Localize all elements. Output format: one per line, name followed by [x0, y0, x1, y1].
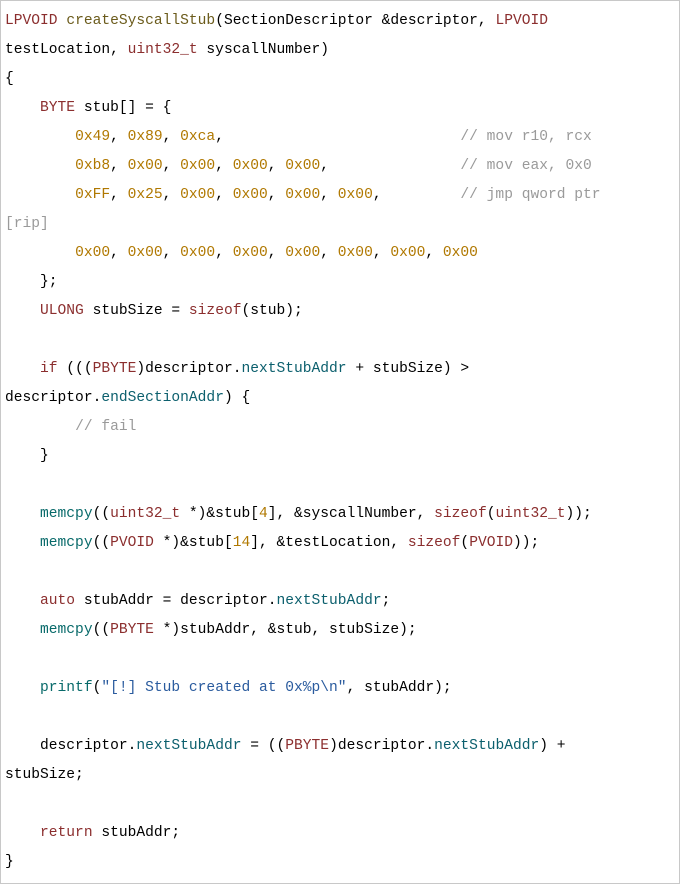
code-line: } — [5, 448, 49, 464]
code-line: descriptor.nextStubAddr = ((PBYTE)descri… — [5, 738, 566, 754]
code-line: 0x49, 0x89, 0xca, // mov r10, rcx — [5, 129, 592, 145]
code-line: if (((PBYTE)descriptor.nextStubAddr + st… — [5, 361, 469, 377]
code-line: memcpy((uint32_t *)&stub[4], &syscallNum… — [5, 506, 592, 522]
code-line: descriptor.endSectionAddr) { — [5, 390, 250, 406]
code-line: [rip] — [5, 216, 49, 232]
code-line: 0x00, 0x00, 0x00, 0x00, 0x00, 0x00, 0x00… — [5, 245, 478, 261]
code-line: }; — [5, 274, 58, 290]
code-line: testLocation, uint32_t syscallNumber) — [5, 42, 329, 58]
code-block: LPVOID createSyscallStub(SectionDescript… — [0, 0, 680, 884]
code-line: printf("[!] Stub created at 0x%p\n", stu… — [5, 680, 452, 696]
code-line: stubSize; — [5, 767, 84, 783]
code-line: 0xb8, 0x00, 0x00, 0x00, 0x00, // mov eax… — [5, 158, 592, 174]
code-line: { — [5, 71, 14, 87]
code-line: } — [5, 854, 14, 870]
code-line: memcpy((PBYTE *)stubAddr, &stub, stubSiz… — [5, 622, 417, 638]
code-line: BYTE stub[] = { — [5, 100, 171, 116]
code-line: auto stubAddr = descriptor.nextStubAddr; — [5, 593, 390, 609]
code-line: // fail — [5, 419, 136, 435]
code-line: return stubAddr; — [5, 825, 180, 841]
code-line: memcpy((PVOID *)&stub[14], &testLocation… — [5, 535, 539, 551]
code-line: ULONG stubSize = sizeof(stub); — [5, 303, 303, 319]
code-line: 0xFF, 0x25, 0x00, 0x00, 0x00, 0x00, // j… — [5, 187, 601, 203]
code-line: LPVOID createSyscallStub(SectionDescript… — [5, 13, 548, 29]
